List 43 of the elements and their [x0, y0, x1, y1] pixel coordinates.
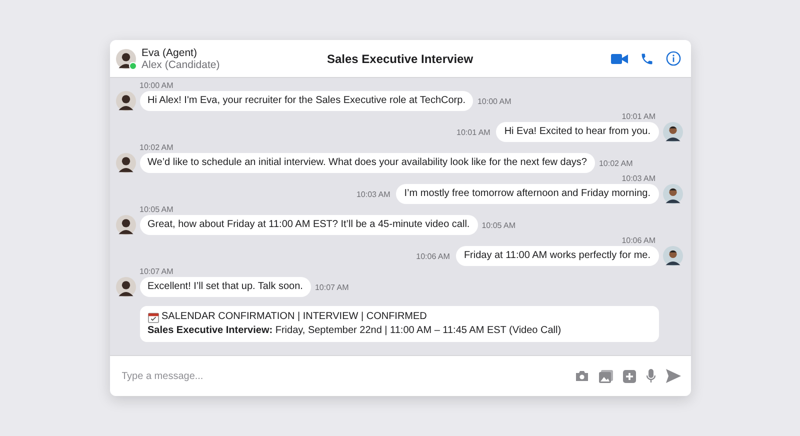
- message-time: 10:03 AM: [356, 190, 390, 198]
- candidate-avatar-icon: [662, 122, 682, 142]
- video-camera-icon[interactable]: [610, 52, 628, 64]
- message-bubble: Friday at 11:00 AM works perfectly for me.: [456, 246, 658, 266]
- plus-icon[interactable]: [622, 370, 636, 382]
- message-time: 10:07 AM: [138, 267, 174, 277]
- phone-icon[interactable]: [640, 52, 654, 66]
- candidate-avatar-icon: [662, 184, 682, 204]
- message-time: 10:06 AM: [416, 252, 450, 260]
- chat-title: Sales Executive Interview: [326, 52, 474, 66]
- calendar-icon: [148, 312, 158, 322]
- message-time: 10:01 AM: [456, 128, 490, 136]
- card-title: SALENDAR CONFIRMATION | INTERVIEW | CONFIRMED: [162, 310, 427, 324]
- microphone-icon[interactable]: [646, 369, 656, 383]
- agent-avatar-icon: [116, 215, 136, 235]
- message-time: 10:05 AM: [138, 205, 174, 215]
- agent-avatar-icon: [116, 48, 136, 68]
- message-time: 10:02 AM: [138, 143, 174, 153]
- message-time: 10:03 AM: [620, 174, 656, 184]
- message-bubble: Great, how about Friday at 11:00 AM EST? It’ll be a 45-minute video call.: [140, 215, 478, 235]
- agent-avatar-icon: [116, 277, 136, 297]
- message-time: 10:05 AM: [482, 220, 516, 230]
- message-time: 10:01 AM: [620, 112, 656, 122]
- camera-icon[interactable]: [574, 370, 588, 382]
- candidate-name: Alex (Candidate): [142, 58, 220, 70]
- message-time: 10:00 AM: [477, 96, 512, 106]
- message-bubble: We’d like to schedule an initial interview. What does your availability look like for the next few days?: [140, 153, 595, 173]
- message-bubble: Hi Eva! Excited to hear from you.: [496, 122, 658, 142]
- message-time: 10:00 AM: [138, 81, 174, 91]
- message-bubble: Excellent! I’ll set that up. Talk soon.: [140, 277, 311, 297]
- message-time: 10:07 AM: [314, 282, 349, 292]
- card-details: Sales Executive Interview: Friday, September 22nd | 11:00 AM – 11:45 AM EST (Video Call): [148, 324, 562, 338]
- info-icon[interactable]: [666, 51, 680, 66]
- photos-icon[interactable]: [598, 370, 612, 382]
- agent-avatar-icon: [116, 91, 136, 111]
- message-time: 10:06 AM: [620, 236, 656, 246]
- message-bubble: Hi Alex! I'm Eva, your recruiter for the Sales Executive role at TechCorp.: [140, 91, 474, 111]
- message-bubble: I’m mostly free tomorrow afternoon and Friday morning.: [396, 184, 658, 204]
- candidate-avatar-icon: [662, 246, 682, 266]
- send-icon[interactable]: [666, 369, 680, 383]
- agent-name: Eva (Agent): [142, 46, 198, 58]
- message-time: 10:02 AM: [598, 158, 633, 168]
- agent-avatar-icon: [116, 153, 136, 173]
